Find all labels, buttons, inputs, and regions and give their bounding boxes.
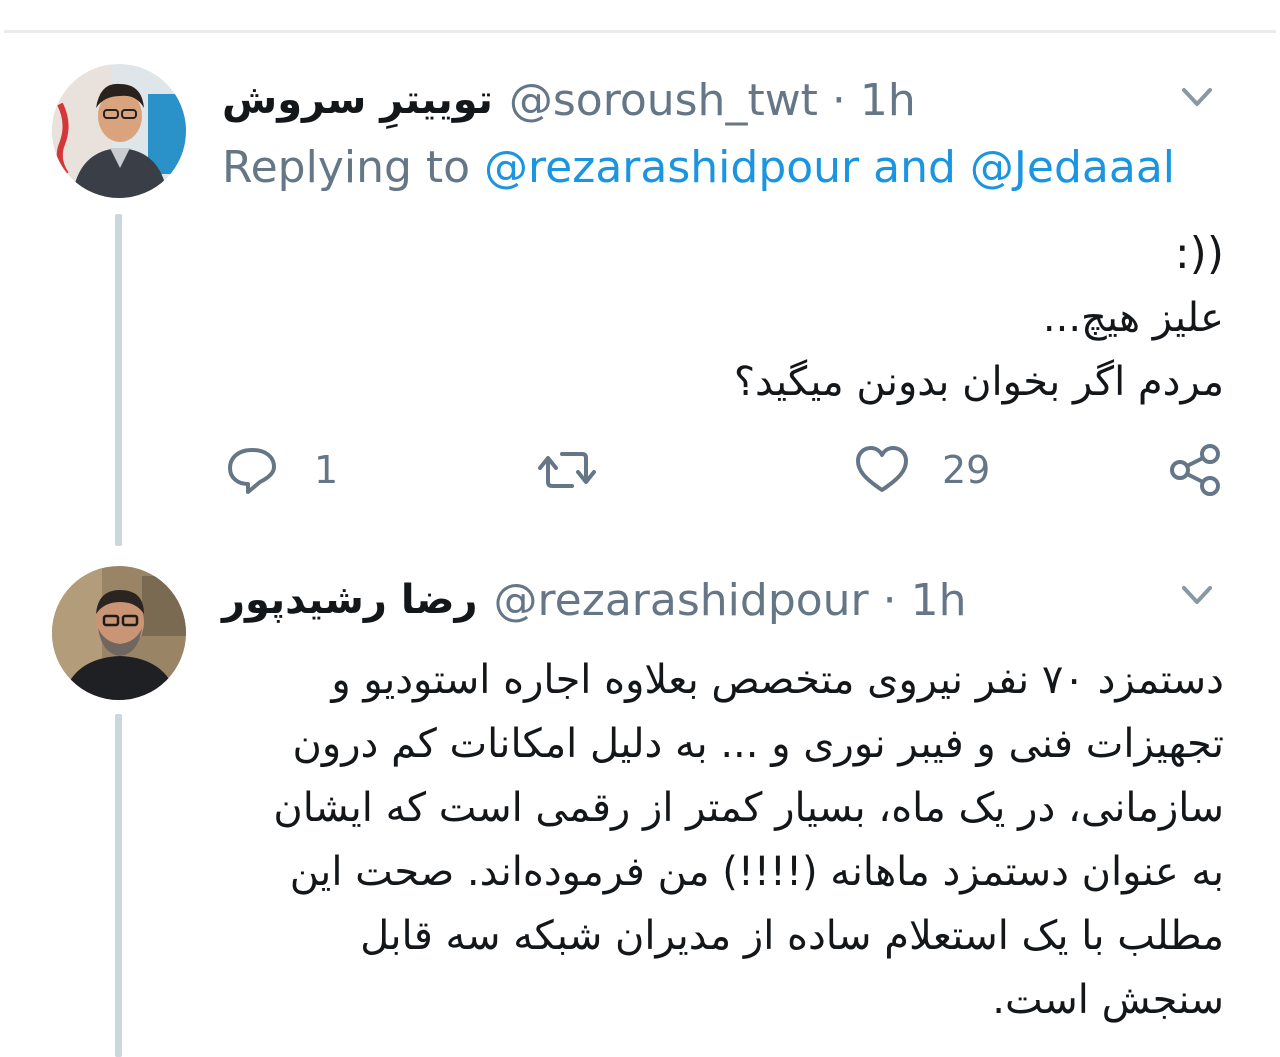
separator-dot: · (817, 74, 860, 126)
handle[interactable]: @rezarashidpour (494, 575, 869, 626)
tweet-header: توییترِ سروش @soroush_twt · 1h (222, 70, 916, 130)
chevron-down-icon[interactable] (1172, 576, 1222, 616)
reply-count: 1 (314, 448, 339, 492)
share-button[interactable] (1166, 438, 1226, 502)
text-line: دستمزد ۷۰ نفر نیروی متخصص بعلاوه اجاره ا… (331, 657, 1224, 703)
reply-button[interactable]: 1 (224, 438, 338, 502)
display-name[interactable]: رضا رشیدپور (222, 577, 478, 623)
mention-link[interactable]: @rezarashidpour (484, 142, 859, 193)
avatar[interactable] (52, 566, 186, 700)
text-line: علیز هیچ... (1042, 295, 1224, 341)
reply-icon (224, 442, 280, 498)
handle[interactable]: @soroush_twt (509, 75, 818, 126)
text-line: :)) (1174, 228, 1224, 279)
avatar-photo (52, 566, 186, 700)
share-icon (1166, 440, 1226, 500)
text-line: مطلب با یک استعلام ساده از مدیران شبکه س… (360, 913, 1224, 959)
display-name[interactable]: توییترِ سروش (222, 77, 493, 123)
text-line: به عنوان دستمزد ماهانه (!!!!) من فرموده‌… (289, 849, 1224, 895)
like-count: 29 (942, 448, 991, 492)
mention-link[interactable]: @Jedaaal (970, 142, 1175, 193)
like-icon (852, 442, 912, 498)
avatar[interactable] (52, 64, 186, 198)
tweet-header: رضا رشیدپور @rezarashidpour · 1h (222, 570, 967, 630)
text-line: تجهیزات فنی و فیبر نوری و ... به دلیل ام… (292, 721, 1224, 767)
like-button[interactable]: 29 (852, 438, 990, 502)
thread-line (115, 714, 122, 1057)
text-line: سازمانی، در یک ماه، بسیار کمتر از رقمی ا… (273, 785, 1224, 831)
text-line: مردم اگر بخوان بدونن میگید؟ (733, 359, 1224, 405)
retweet-button[interactable] (534, 438, 600, 502)
text-line: سنجش است. (992, 977, 1224, 1023)
tweet-text: :)) علیز هیچ... مردم اگر بخوان بدونن میگ… (734, 222, 1224, 414)
tweet-text: دستمزد ۷۰ نفر نیروی متخصص بعلاوه اجاره ا… (273, 648, 1224, 1032)
chevron-down-icon[interactable] (1172, 78, 1222, 118)
top-divider (4, 30, 1276, 33)
retweet-icon (534, 442, 600, 498)
thread-line (115, 214, 122, 546)
avatar-photo (52, 64, 186, 198)
timestamp[interactable]: 1h (860, 75, 916, 126)
replying-to: Replying to @rezarashidpour and @Jedaaal (222, 142, 1175, 193)
replying-prefix: Replying to (222, 142, 485, 193)
timestamp[interactable]: 1h (911, 575, 967, 626)
separator-dot: · (868, 574, 911, 626)
mention-join: and (859, 142, 970, 193)
